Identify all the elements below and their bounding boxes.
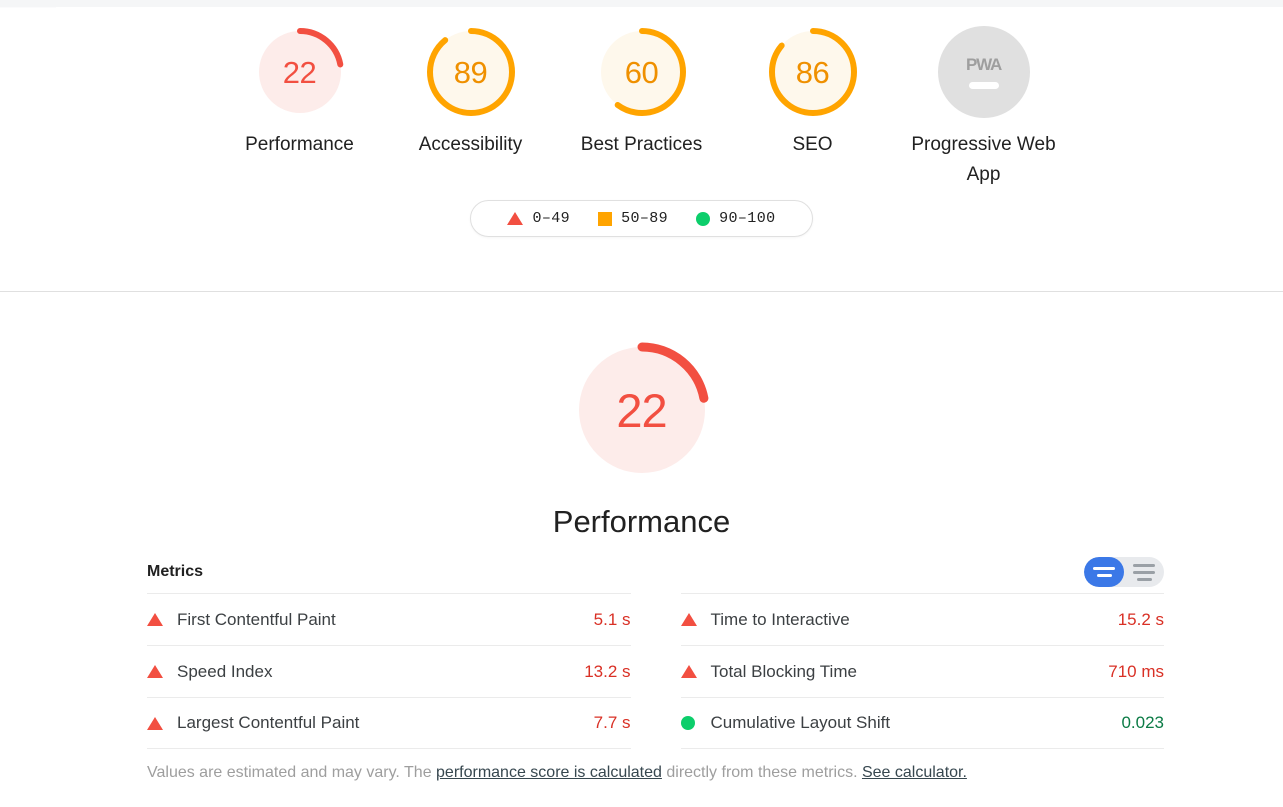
metrics-column-left: First Contentful Paint 5.1 s Speed Index… bbox=[147, 593, 631, 749]
circle-icon bbox=[696, 211, 711, 226]
category-title: Performance bbox=[552, 504, 731, 539]
category-section-performance: 22 Performance bbox=[0, 293, 1283, 561]
metric-status-icon bbox=[680, 665, 711, 678]
triangle-icon bbox=[147, 716, 163, 730]
metric-name: Speed Index bbox=[177, 661, 273, 681]
triangle-icon bbox=[680, 665, 697, 678]
gauge-label-pwa: Progressive Web App bbox=[911, 134, 1056, 185]
gauge-pwa: PWA bbox=[937, 26, 1030, 118]
expanded-view-icon-line-1 bbox=[1133, 563, 1155, 567]
see-calculator-link[interactable]: See calculator. bbox=[862, 764, 967, 781]
score-gauge-pwa[interactable]: PWA Progressive Web App bbox=[898, 26, 1069, 190]
legend-range-pass: 90–100 bbox=[719, 210, 776, 227]
category-gauge: 22 bbox=[571, 339, 713, 481]
metric-value: 710 ms bbox=[1108, 661, 1164, 681]
legend-range-fail: 0–49 bbox=[532, 210, 571, 227]
gauge-label-seo: SEO bbox=[792, 134, 833, 155]
gauge-score-accessibility: 89 bbox=[453, 54, 488, 90]
metric-row[interactable]: Cumulative Layout Shift 0.023 bbox=[680, 697, 1164, 749]
metric-row[interactable]: Total Blocking Time 710 ms bbox=[680, 645, 1164, 697]
metric-row[interactable]: Speed Index 13.2 s bbox=[147, 645, 631, 697]
metric-value: 7.7 s bbox=[593, 713, 631, 732]
legend-item-average: 50–89 bbox=[584, 210, 682, 227]
gauge-score-best-practices: 60 bbox=[624, 54, 659, 90]
lighthouse-report: 22 Performance 89 Accessibility 60 Best … bbox=[0, 0, 1283, 807]
pwa-badge-icon: PWA bbox=[937, 26, 1030, 118]
simple-view-icon-line-2 bbox=[1096, 574, 1112, 577]
metric-name: Time to Interactive bbox=[710, 609, 850, 629]
metric-row[interactable]: Time to Interactive 15.2 s bbox=[680, 593, 1164, 645]
category-score: 22 bbox=[616, 383, 667, 437]
score-gauge-best-practices[interactable]: 60 Best Practices bbox=[556, 26, 727, 160]
metric-value: 13.2 s bbox=[584, 661, 631, 681]
expanded-view-icon-line-2 bbox=[1133, 570, 1155, 574]
metrics-columns: First Contentful Paint 5.1 s Speed Index… bbox=[147, 593, 1164, 749]
metric-status-icon bbox=[680, 716, 711, 730]
gauge-label-accessibility: Accessibility bbox=[418, 134, 523, 155]
gauge-seo: 86 bbox=[767, 26, 859, 118]
disclaimer-text-part-2: directly from these metrics. bbox=[661, 764, 862, 781]
metrics-toggle-expanded-view[interactable] bbox=[1124, 557, 1164, 587]
gauge-best-practices: 60 bbox=[596, 26, 688, 118]
pwa-badge-text: PWA bbox=[965, 55, 1002, 74]
triangle-icon bbox=[507, 212, 524, 225]
score-gauges-row: 22 Performance 89 Accessibility 60 Best … bbox=[0, 8, 1283, 190]
gauge-accessibility: 89 bbox=[425, 26, 517, 118]
score-gauge-accessibility[interactable]: 89 Accessibility bbox=[385, 26, 556, 160]
pwa-dash-icon bbox=[968, 82, 999, 89]
metric-value: 0.023 bbox=[1121, 713, 1164, 732]
gauge-score-performance: 22 bbox=[282, 54, 317, 90]
metrics-title: Metrics bbox=[147, 563, 204, 580]
circle-icon bbox=[680, 716, 695, 730]
metric-status-icon bbox=[147, 613, 177, 626]
metric-status-icon bbox=[147, 665, 177, 678]
category-gauge-wrap: 22 Performance bbox=[0, 293, 1283, 561]
square-icon bbox=[598, 211, 613, 226]
gauge-performance: 22 bbox=[254, 26, 346, 118]
metric-name: Cumulative Layout Shift bbox=[710, 713, 891, 732]
metrics-disclaimer: Values are estimated and may vary. The p… bbox=[147, 762, 1164, 784]
triangle-icon bbox=[147, 665, 163, 678]
metrics-section: Metrics First Contentful Paint 5.1 s Spe… bbox=[147, 555, 1164, 784]
gauge-score-seo: 86 bbox=[795, 54, 830, 90]
metric-value: 5.1 s bbox=[593, 609, 631, 629]
score-gauge-performance[interactable]: 22 Performance bbox=[214, 26, 385, 160]
metrics-toggle-simple-view[interactable] bbox=[1084, 557, 1124, 587]
metric-name: Largest Contentful Paint bbox=[177, 713, 360, 732]
metrics-header: Metrics bbox=[147, 555, 1164, 589]
score-legend-row: 0–49 50–89 90–100 bbox=[0, 200, 1283, 237]
page-top-edge bbox=[0, 0, 1283, 7]
score-legend: 0–49 50–89 90–100 bbox=[470, 200, 813, 237]
gauge-label-best-practices: Best Practices bbox=[580, 134, 703, 155]
metrics-view-toggle[interactable] bbox=[1084, 557, 1164, 587]
performance-score-calculated-link[interactable]: performance score is calculated bbox=[436, 764, 662, 781]
triangle-icon bbox=[680, 613, 697, 626]
legend-item-pass: 90–100 bbox=[682, 210, 789, 227]
metric-value: 15.2 s bbox=[1117, 609, 1164, 629]
scores-header: 22 Performance 89 Accessibility 60 Best … bbox=[0, 8, 1283, 292]
metric-row[interactable]: Largest Contentful Paint 7.7 s bbox=[147, 697, 631, 749]
metric-status-icon bbox=[680, 613, 711, 626]
metric-name: Total Blocking Time bbox=[710, 661, 857, 681]
metric-status-icon bbox=[147, 716, 177, 730]
legend-item-fail: 0–49 bbox=[493, 210, 584, 227]
expanded-view-icon-line-3 bbox=[1136, 577, 1152, 581]
metric-name: First Contentful Paint bbox=[177, 609, 336, 629]
metric-row[interactable]: First Contentful Paint 5.1 s bbox=[147, 593, 631, 645]
triangle-icon bbox=[147, 613, 163, 626]
score-gauge-seo[interactable]: 86 SEO bbox=[727, 26, 898, 160]
gauge-label-performance: Performance bbox=[245, 134, 354, 155]
disclaimer-text-part-1: Values are estimated and may vary. The bbox=[147, 764, 437, 781]
metrics-column-right: Time to Interactive 15.2 s Total Blockin… bbox=[680, 593, 1164, 749]
simple-view-icon-line-1 bbox=[1093, 567, 1115, 570]
legend-range-average: 50–89 bbox=[621, 210, 669, 227]
